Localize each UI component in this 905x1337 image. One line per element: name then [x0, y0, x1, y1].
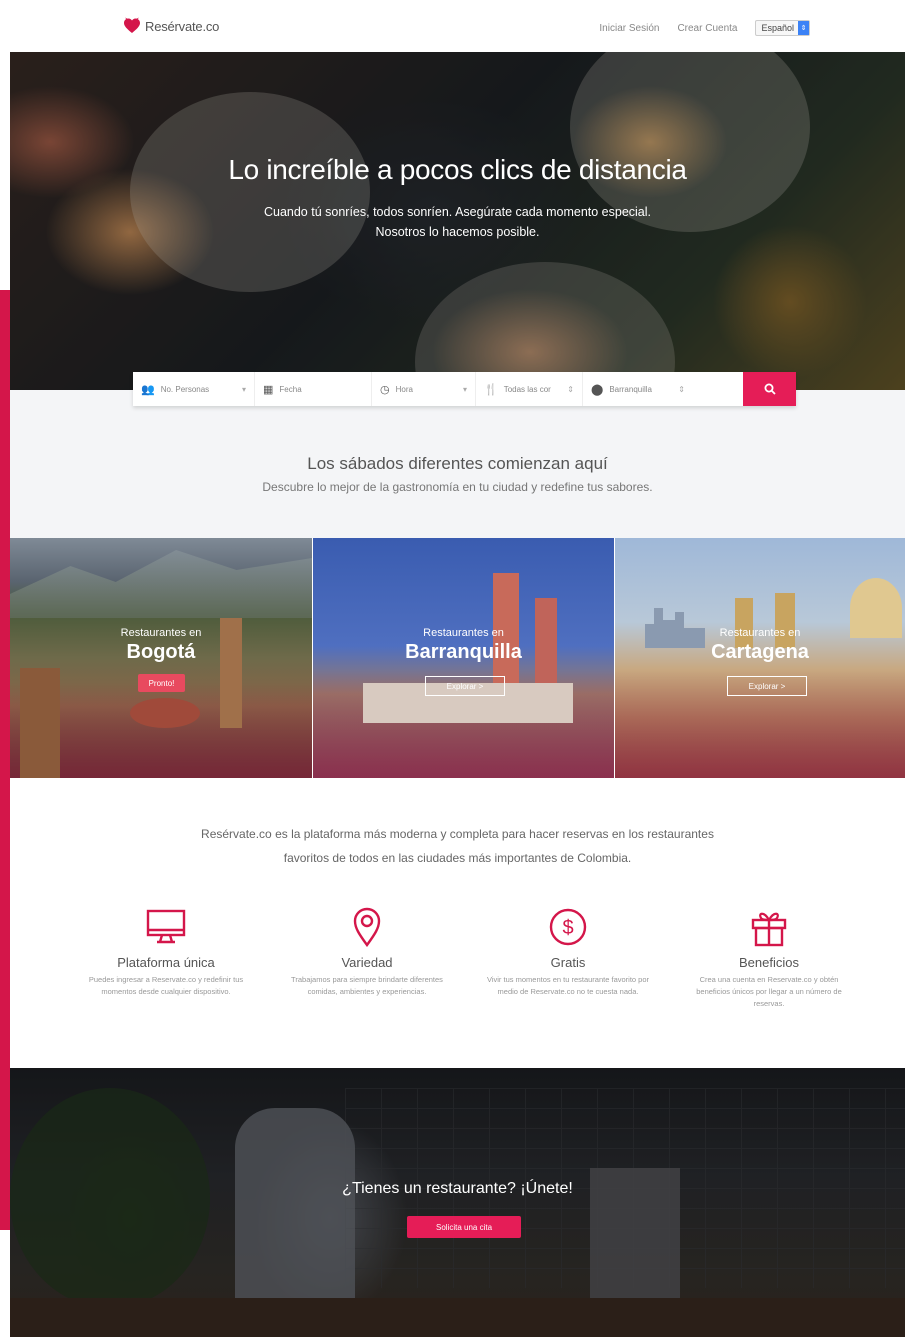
language-value: Español	[761, 23, 794, 33]
time-select[interactable]: ◷ Hora ▾	[372, 372, 476, 406]
city-card-barranquilla[interactable]: Restaurantes en Barranquilla Explorar >	[312, 538, 614, 778]
clock-icon: ◷	[380, 383, 390, 396]
features-row: Plataforma única Puedes ingresar a Reser…	[80, 905, 855, 1010]
people-icon: 👥	[141, 383, 155, 396]
bullring-shape	[130, 698, 200, 728]
left-accent-band	[0, 290, 10, 1230]
city-name: Barranquilla	[405, 641, 522, 663]
search-button[interactable]	[743, 372, 796, 406]
feature-description: Vivir tus momentos en tu restaurante fav…	[486, 975, 650, 996]
chevron-down-icon: ▾	[241, 384, 246, 394]
brand-name: Resérvate.co	[145, 18, 220, 34]
hero-subtitle: Cuando tú sonríes, todos sonríen. Asegúr…	[10, 202, 905, 242]
login-link[interactable]: Iniciar Sesión	[599, 23, 659, 34]
brand-logo[interactable]: Resérvate.co	[123, 17, 219, 35]
about-line-2: favoritos de todos en las ciudades más i…	[283, 851, 632, 865]
feature-description: Crea una cuenta en Reservate.co y obtén …	[696, 975, 842, 1008]
chevron-down-icon: ▾	[462, 384, 467, 394]
page: Resérvate.co Iniciar Sesión Crear Cuenta…	[10, 0, 905, 1337]
city-card-cartagena[interactable]: Restaurantes en Cartagena Explorar >	[614, 538, 905, 778]
top-navbar: Resérvate.co Iniciar Sesión Crear Cuenta…	[10, 0, 905, 52]
cta-title: ¿Tienes un restaurante? ¡Únete!	[342, 1180, 573, 1197]
city-card-bogota[interactable]: Restaurantes en Bogotá Pronto!	[10, 538, 312, 778]
explore-button[interactable]: Explorar >	[727, 676, 807, 696]
select-arrows-icon: ⇕	[567, 384, 574, 394]
city-name: Bogotá	[126, 641, 196, 663]
language-select[interactable]: Español ⇕	[755, 20, 810, 36]
feature-platform: Plataforma única Puedes ingresar a Reser…	[80, 905, 252, 1010]
intro-title: Los sábados diferentes comienzan aquí	[307, 454, 608, 473]
feature-title: Plataforma única	[117, 955, 215, 970]
request-appointment-button[interactable]: Solicita una cita	[407, 1216, 521, 1238]
church-tower-shape	[775, 593, 795, 648]
coming-soon-badge: Pronto!	[138, 674, 185, 692]
fork-knife-icon: 🍴	[484, 383, 498, 396]
signup-link[interactable]: Crear Cuenta	[677, 23, 737, 34]
monitor-icon	[80, 905, 252, 949]
select-arrows-icon: ⇕	[678, 384, 685, 394]
category-value: Todas las cor	[503, 384, 551, 394]
date-input[interactable]: ▦ Fecha	[255, 372, 372, 406]
city-select[interactable]: ⬤ Barranquilla ⇕	[583, 372, 693, 406]
heart-bird-logo-icon	[123, 17, 141, 35]
feature-description: Trabajamos para siempre brindarte difere…	[291, 975, 443, 996]
city-value: Barranquilla	[609, 384, 653, 394]
about-line-1: Resérvate.co es la plataforma más modern…	[201, 827, 714, 841]
city-label-prefix: Restaurantes en	[423, 627, 504, 639]
people-value: No. Personas	[160, 384, 210, 394]
reservation-search-bar: 👥 No. Personas ▾ ▦ Fecha ◷ Hora ▾ 🍴 Toda…	[133, 372, 796, 406]
dollar-coin-icon: $	[482, 905, 654, 949]
hero-subtitle-line-1: Cuando tú sonríes, todos sonríen. Asegúr…	[263, 205, 652, 219]
city-name: Cartagena	[711, 641, 809, 663]
feature-variety: Variedad Trabajamos para siempre brindar…	[281, 905, 453, 1010]
feature-title: Gratis	[550, 955, 586, 970]
feature-benefits: Beneficios Crea una cuenta en Reservate.…	[683, 905, 855, 1010]
cta-overlay	[10, 1068, 905, 1337]
search-icon	[764, 383, 776, 395]
explore-button[interactable]: Explorar >	[425, 676, 505, 696]
gift-icon	[683, 905, 855, 949]
feature-title: Beneficios	[739, 955, 799, 970]
time-value: Hora	[395, 384, 413, 394]
people-select[interactable]: 👥 No. Personas ▾	[133, 372, 255, 406]
top-nav: Iniciar Sesión Crear Cuenta Español ⇕	[599, 20, 810, 36]
intro-subtitle: Descubre lo mejor de la gastronomía en t…	[262, 480, 653, 494]
location-pin-icon	[281, 905, 453, 949]
city-label-prefix: Restaurantes en	[120, 627, 202, 639]
category-select[interactable]: 🍴 Todas las cor ⇕	[476, 372, 583, 406]
hero-title: Lo increíble a pocos clics de distancia	[228, 154, 687, 185]
feature-description: Puedes ingresar a Reservate.co y redefin…	[88, 975, 244, 996]
svg-text:$: $	[562, 917, 573, 939]
about-text: Resérvate.co es la plataforma más modern…	[10, 822, 905, 870]
hero-subtitle-line-2: Nosotros lo hacemos posible.	[375, 225, 540, 239]
date-placeholder: Fecha	[279, 384, 302, 394]
calendar-icon: ▦	[263, 383, 274, 396]
building-shape	[20, 668, 60, 778]
city-cards: Restaurantes en Bogotá Pronto! Restauran…	[10, 538, 905, 778]
feature-free: $ Gratis Vivir tus momentos en tu restau…	[482, 905, 654, 1010]
select-arrows-icon: ⇕	[798, 21, 809, 35]
city-label-prefix: Restaurantes en	[719, 627, 801, 639]
feature-title: Variedad	[341, 955, 393, 970]
mountains-shape	[10, 550, 312, 618]
hero-banner: Lo increíble a pocos clics de distancia …	[10, 52, 905, 390]
restaurant-cta-section: ¿Tienes un restaurante? ¡Únete! Solicita…	[10, 1068, 905, 1337]
map-pin-icon: ⬤	[591, 383, 604, 396]
